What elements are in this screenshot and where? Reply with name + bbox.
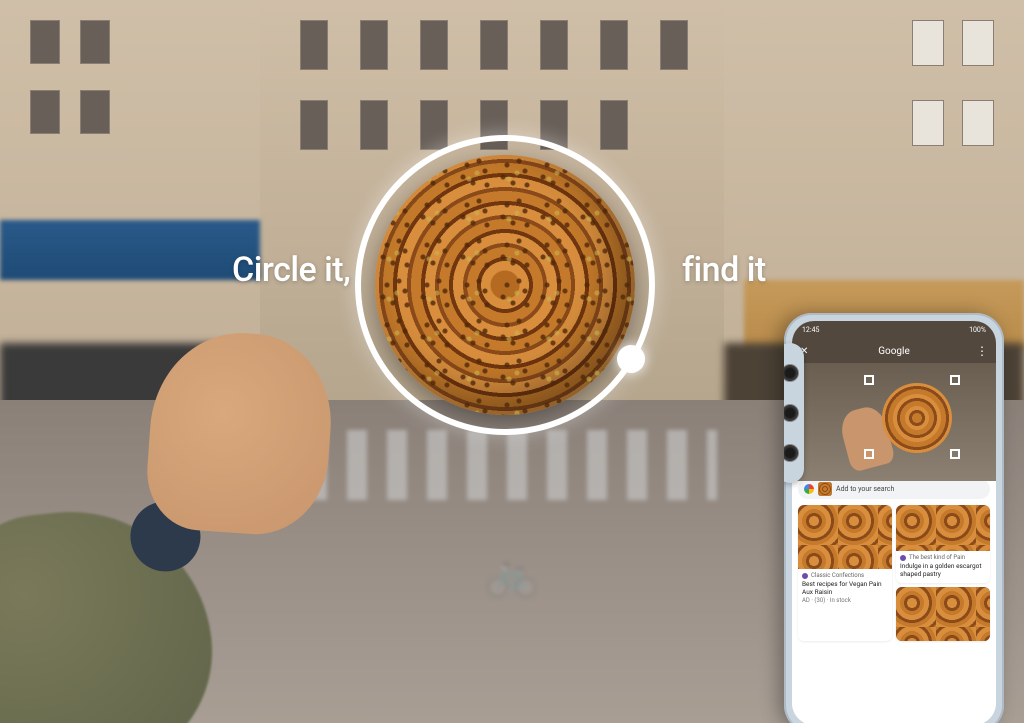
result-image — [798, 505, 892, 569]
bike-lane-icon: 🚲 — [482, 550, 542, 610]
tagline-right: find it — [682, 250, 766, 290]
result-card[interactable]: Classic Confections Best recipes for Veg… — [798, 505, 892, 641]
result-sub: AD · (30) · In stock — [802, 597, 888, 604]
result-title: Best recipes for Vegan Pain Aux Raisin — [802, 581, 888, 597]
circle-handle-icon — [617, 345, 645, 373]
menu-icon[interactable]: ⋮ — [976, 344, 988, 358]
phone-screen: 12:45 100% ✕ Google ⋮ Add to yo — [792, 321, 996, 723]
result-grid: Classic Confections Best recipes for Veg… — [798, 505, 990, 641]
query-thumbnail — [818, 482, 832, 496]
crop-corner-icon[interactable] — [864, 375, 874, 385]
status-bar: 12:45 100% — [792, 321, 996, 339]
camera-lens-icon — [784, 364, 799, 382]
result-image — [896, 505, 990, 551]
app-title: Google — [878, 346, 910, 357]
phone-camera-module — [784, 343, 804, 483]
circled-subject — [355, 135, 655, 435]
hand — [143, 327, 337, 539]
crop-corner-icon[interactable] — [864, 449, 874, 459]
google-logo-icon — [804, 484, 814, 494]
search-input[interactable]: Add to your search — [798, 479, 990, 499]
preview-pastry — [882, 383, 952, 453]
camera-lens-icon — [784, 404, 799, 422]
ad-scene: 🚲 Circle it, find it 12:45 100% ✕ Google — [0, 0, 1024, 723]
result-title: Indulge in a golden escargot shaped past… — [900, 563, 986, 579]
camera-lens-icon — [784, 444, 799, 462]
crosswalk — [307, 430, 717, 500]
favicon-icon — [802, 573, 808, 579]
crop-corner-icon[interactable] — [950, 449, 960, 459]
result-image — [896, 587, 990, 641]
hand-holding-pastry — [0, 282, 383, 723]
crop-corner-icon[interactable] — [950, 375, 960, 385]
result-card[interactable]: The best kind of Pain Indulge in a golde… — [896, 505, 990, 583]
search-placeholder: Add to your search — [836, 485, 894, 493]
result-source: The best kind of Pain — [900, 554, 986, 561]
tagline-left: Circle it, — [232, 250, 350, 290]
lens-preview — [792, 363, 996, 481]
status-battery: 100% — [969, 326, 986, 334]
phone-mockup: 12:45 100% ✕ Google ⋮ Add to yo — [784, 313, 1004, 723]
favicon-icon — [900, 555, 906, 561]
result-source: Classic Confections — [802, 572, 888, 579]
shop-awning-left — [0, 220, 260, 280]
status-time: 12:45 — [802, 326, 819, 334]
results-sheet[interactable]: Add to your search Classic Confections B… — [792, 473, 996, 723]
circle-to-search-outline — [355, 135, 655, 435]
search-header: ✕ Google ⋮ — [792, 339, 996, 363]
result-card[interactable] — [896, 587, 990, 641]
